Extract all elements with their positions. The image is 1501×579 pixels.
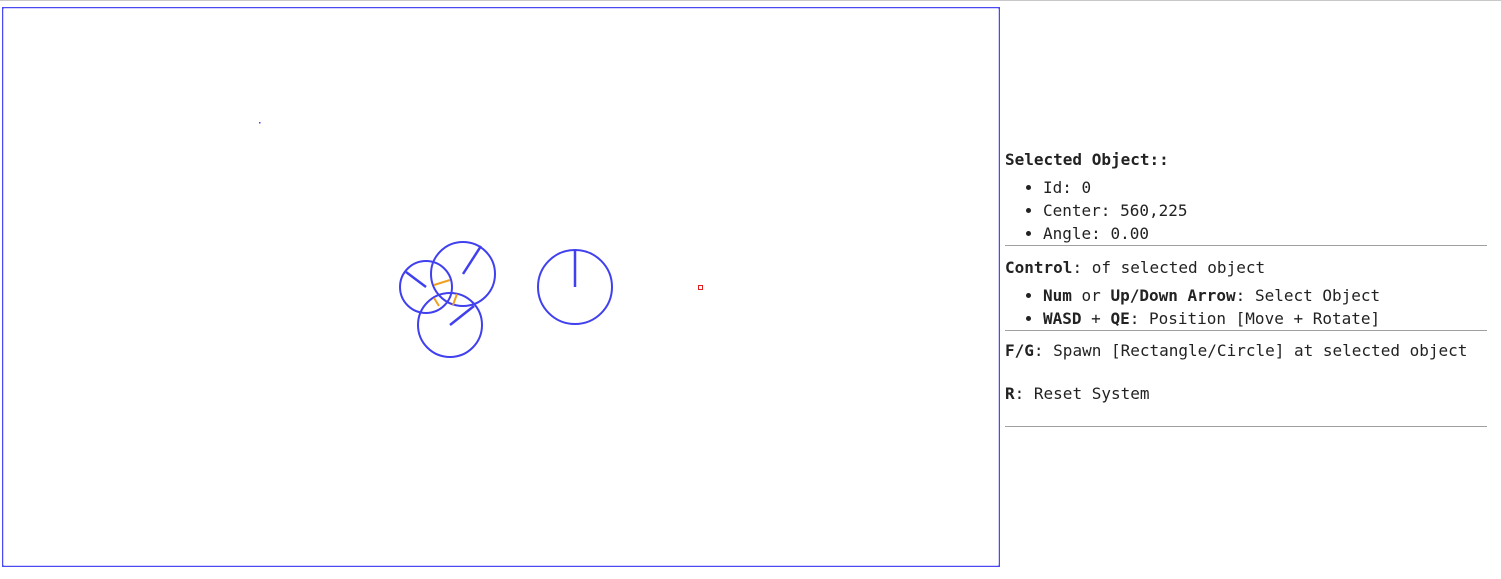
selected-object-title: Selected Object:: [1005,150,1169,169]
item-label: Angle: [1043,224,1101,243]
circle-object-selected[interactable] [537,249,613,325]
control-key: Control [1005,258,1073,277]
target-marker [698,285,703,290]
list-item: Id: 0 [1043,176,1487,199]
top-divider [0,0,1501,1]
item-label: Id: [1043,178,1072,197]
canvas-border [2,7,1000,567]
stray-point [259,122,261,124]
scene-svg[interactable] [2,7,1000,567]
key-label: Up/Down Arrow [1110,286,1236,305]
reset-text: : Reset System [1014,384,1150,403]
key-label: WASD [1043,309,1082,328]
control-list: Num or Up/Down Arrow: Select Object WASD… [1005,284,1487,330]
list-item: WASD + QE: Position [Move + Rotate] [1043,307,1487,330]
list-item: Num or Up/Down Arrow: Select Object [1043,284,1487,307]
key-desc: : Position [Move + Rotate] [1129,309,1381,328]
info-panel: Selected Object:: Id: 0 Center: 560,225 … [1005,148,1487,427]
control-text: : of selected object [1072,258,1266,277]
key-label: Num [1043,286,1072,305]
key-desc: : Select Object [1235,286,1381,305]
canvas-corner-dot [2,7,4,9]
item-value: 0.00 [1110,224,1149,243]
key-sep: + [1081,309,1111,328]
collision-normal [433,297,440,307]
collision-normal [433,279,451,286]
physics-canvas[interactable] [2,7,1000,567]
list-item: Angle: 0.00 [1043,222,1487,245]
collision-normal [452,293,458,306]
canvas-corner-dot [998,7,1000,9]
key-sep: or [1071,286,1111,305]
item-value: 0 [1081,178,1092,197]
spawn-key: F/G [1005,341,1034,360]
selected-object-list: Id: 0 Center: 560,225 Angle: 0.00 [1005,176,1487,245]
item-value: 560,225 [1120,201,1188,220]
list-item: Center: 560,225 [1043,199,1487,222]
spawn-text: : Spawn [Rectangle/Circle] at selected o… [1033,341,1468,360]
canvas-corner-dot [998,565,1000,567]
section-divider [1005,426,1487,427]
canvas-corner-dot [2,565,4,567]
item-label: Center: [1043,201,1111,220]
control-heading: Control: of selected object [1005,256,1487,279]
spawn-instruction: F/G: Spawn [Rectangle/Circle] at selecte… [1005,339,1487,362]
reset-key: R [1005,384,1015,403]
reset-instruction: R: Reset System [1005,382,1487,405]
key-label: QE [1110,309,1130,328]
